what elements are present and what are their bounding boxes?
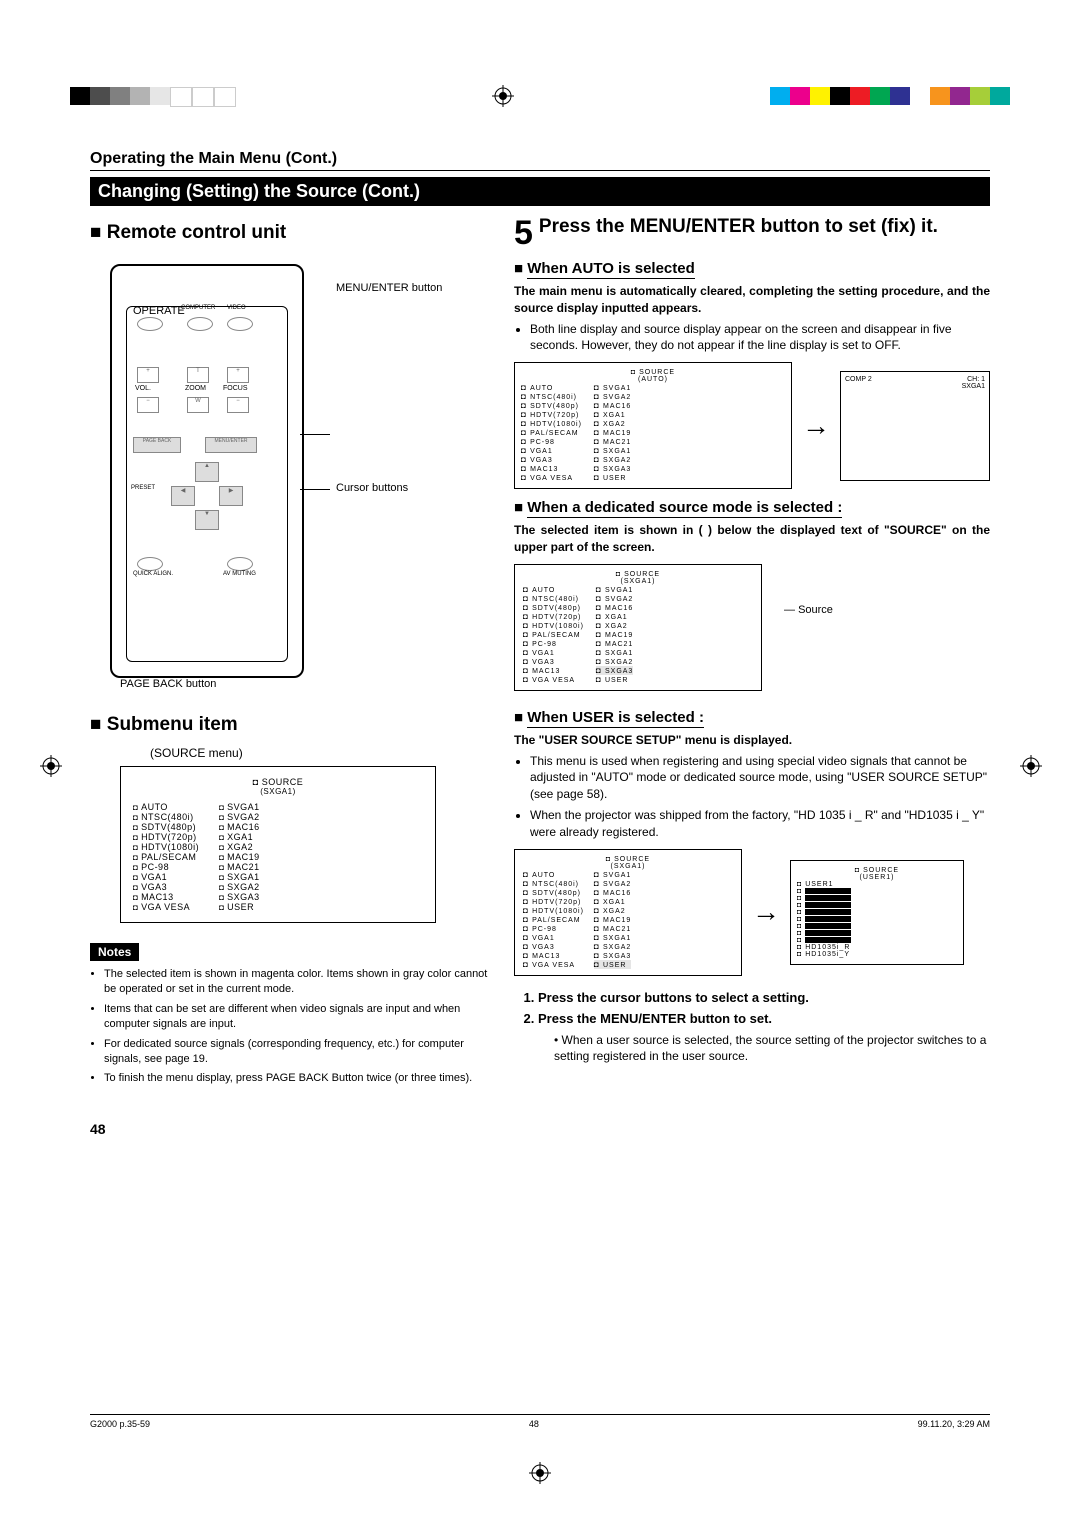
vol-plus: +: [137, 367, 159, 383]
cursor-up-icon: ▲: [195, 462, 219, 482]
submenu-heading: Submenu item: [90, 714, 490, 736]
menu-title: SOURCE: [262, 777, 304, 787]
user-steps: Press the cursor buttons to select a set…: [514, 990, 990, 1026]
footer-right: 99.11.20, 3:29 AM: [918, 1419, 990, 1429]
dedicated-heading: When a dedicated source mode is selected…: [527, 499, 842, 518]
dedicated-menu-diagram: ◘ SOURCE (SXGA1) AUTONTSC(480i)SDTV(480p…: [514, 564, 762, 691]
zoom-w: W: [187, 397, 209, 413]
menu-enter-button: MENU/ENTER: [205, 437, 257, 453]
source-side-label: Source: [798, 604, 833, 616]
arrow-right-icon: →: [802, 410, 830, 442]
menu-enter-callout: MENU/ENTER button: [336, 282, 456, 294]
breadcrumb-title: Operating the Main Menu (Cont.): [90, 150, 990, 171]
registration-mark-bottom: [529, 1462, 551, 1489]
cursor-right-icon: ▶: [219, 486, 243, 506]
registration-mark-right: [1020, 755, 1040, 775]
color-bar: [770, 87, 1010, 105]
auto-menu-diagram: ◘ SOURCE (AUTO) AUTONTSC(480i)SDTV(480p)…: [514, 362, 792, 489]
remote-heading: Remote control unit: [90, 222, 490, 244]
print-registration-top: [0, 85, 1080, 107]
section-bar: Changing (Setting) the Source (Cont.): [90, 177, 990, 206]
dedicated-bold: The selected item is shown in ( ) below …: [514, 522, 990, 556]
footer-left: G2000 p.35-59: [90, 1419, 150, 1429]
vol-label: VOL.: [135, 385, 151, 392]
auto-result-box: COMP 2 CH: 1 SXGA1: [840, 371, 990, 481]
av-muting-label: AV MUTING: [223, 571, 256, 577]
user-source-setup-box: ◘ SOURCE (USER1) USER1HD1035i_RHD1035i_Y: [790, 860, 964, 965]
user-sub-bullet: When a user source is selected, the sour…: [554, 1033, 986, 1064]
footer: G2000 p.35-59 48 99.11.20, 3:29 AM: [90, 1414, 990, 1429]
source-menu-box: ◘ SOURCE (SXGA1) AUTONTSC(480i)SDTV(480p…: [120, 766, 436, 923]
grayscale-bar: [70, 87, 236, 105]
page-number: 48: [90, 1121, 990, 1137]
vol-minus: −: [137, 397, 159, 413]
footer-center: 48: [529, 1419, 539, 1429]
user-bullets: This menu is used when registering and u…: [514, 753, 990, 841]
preset-label: PRESET: [131, 485, 155, 491]
user-bold: The "USER SOURCE SETUP" menu is displaye…: [514, 732, 990, 749]
computer-label: COMPUTER: [181, 305, 215, 311]
auto-heading: When AUTO is selected: [527, 260, 695, 279]
step-text: Press the MENU/ENTER button to set (fix)…: [539, 216, 990, 239]
user-heading: When USER is selected :: [527, 709, 704, 728]
page-back-button: PAGE BACK: [133, 437, 181, 453]
operate-label: OPERATE: [133, 305, 185, 317]
page-back-callout: PAGE BACK button: [120, 678, 216, 690]
auto-bullet: Both line display and source display app…: [530, 321, 990, 355]
focus-plus: +: [227, 367, 249, 383]
zoom-label: ZOOM: [185, 385, 206, 392]
cursor-down-icon: ▼: [195, 510, 219, 530]
notes-badge: Notes: [90, 943, 139, 961]
user-menu-diagram: ◘ SOURCE (SXGA1) AUTONTSC(480i)SDTV(480p…: [514, 849, 742, 976]
registration-mark-icon: [492, 85, 514, 107]
arrow-right-icon: →: [752, 896, 780, 928]
submenu-caption: (SOURCE menu): [150, 746, 490, 760]
notes-list: The selected item is shown in magenta co…: [90, 967, 490, 1087]
menu-subtitle: (SXGA1): [133, 787, 423, 796]
cursor-left-icon: ◀: [171, 486, 195, 506]
focus-label: FOCUS: [223, 385, 248, 392]
auto-bold: The main menu is automatically cleared, …: [514, 283, 990, 317]
step-number: 5: [514, 216, 533, 250]
focus-minus: −: [227, 397, 249, 413]
registration-mark-left: [40, 755, 60, 775]
remote-figure: OPERATE COMPUTER VIDEO + VOL. − T ZOOM W: [90, 254, 470, 684]
video-label: VIDEO: [227, 305, 246, 311]
zoom-t: T: [187, 367, 209, 383]
quick-align-label: QUICK ALIGN.: [133, 571, 173, 577]
cursor-callout: Cursor buttons: [336, 482, 408, 494]
